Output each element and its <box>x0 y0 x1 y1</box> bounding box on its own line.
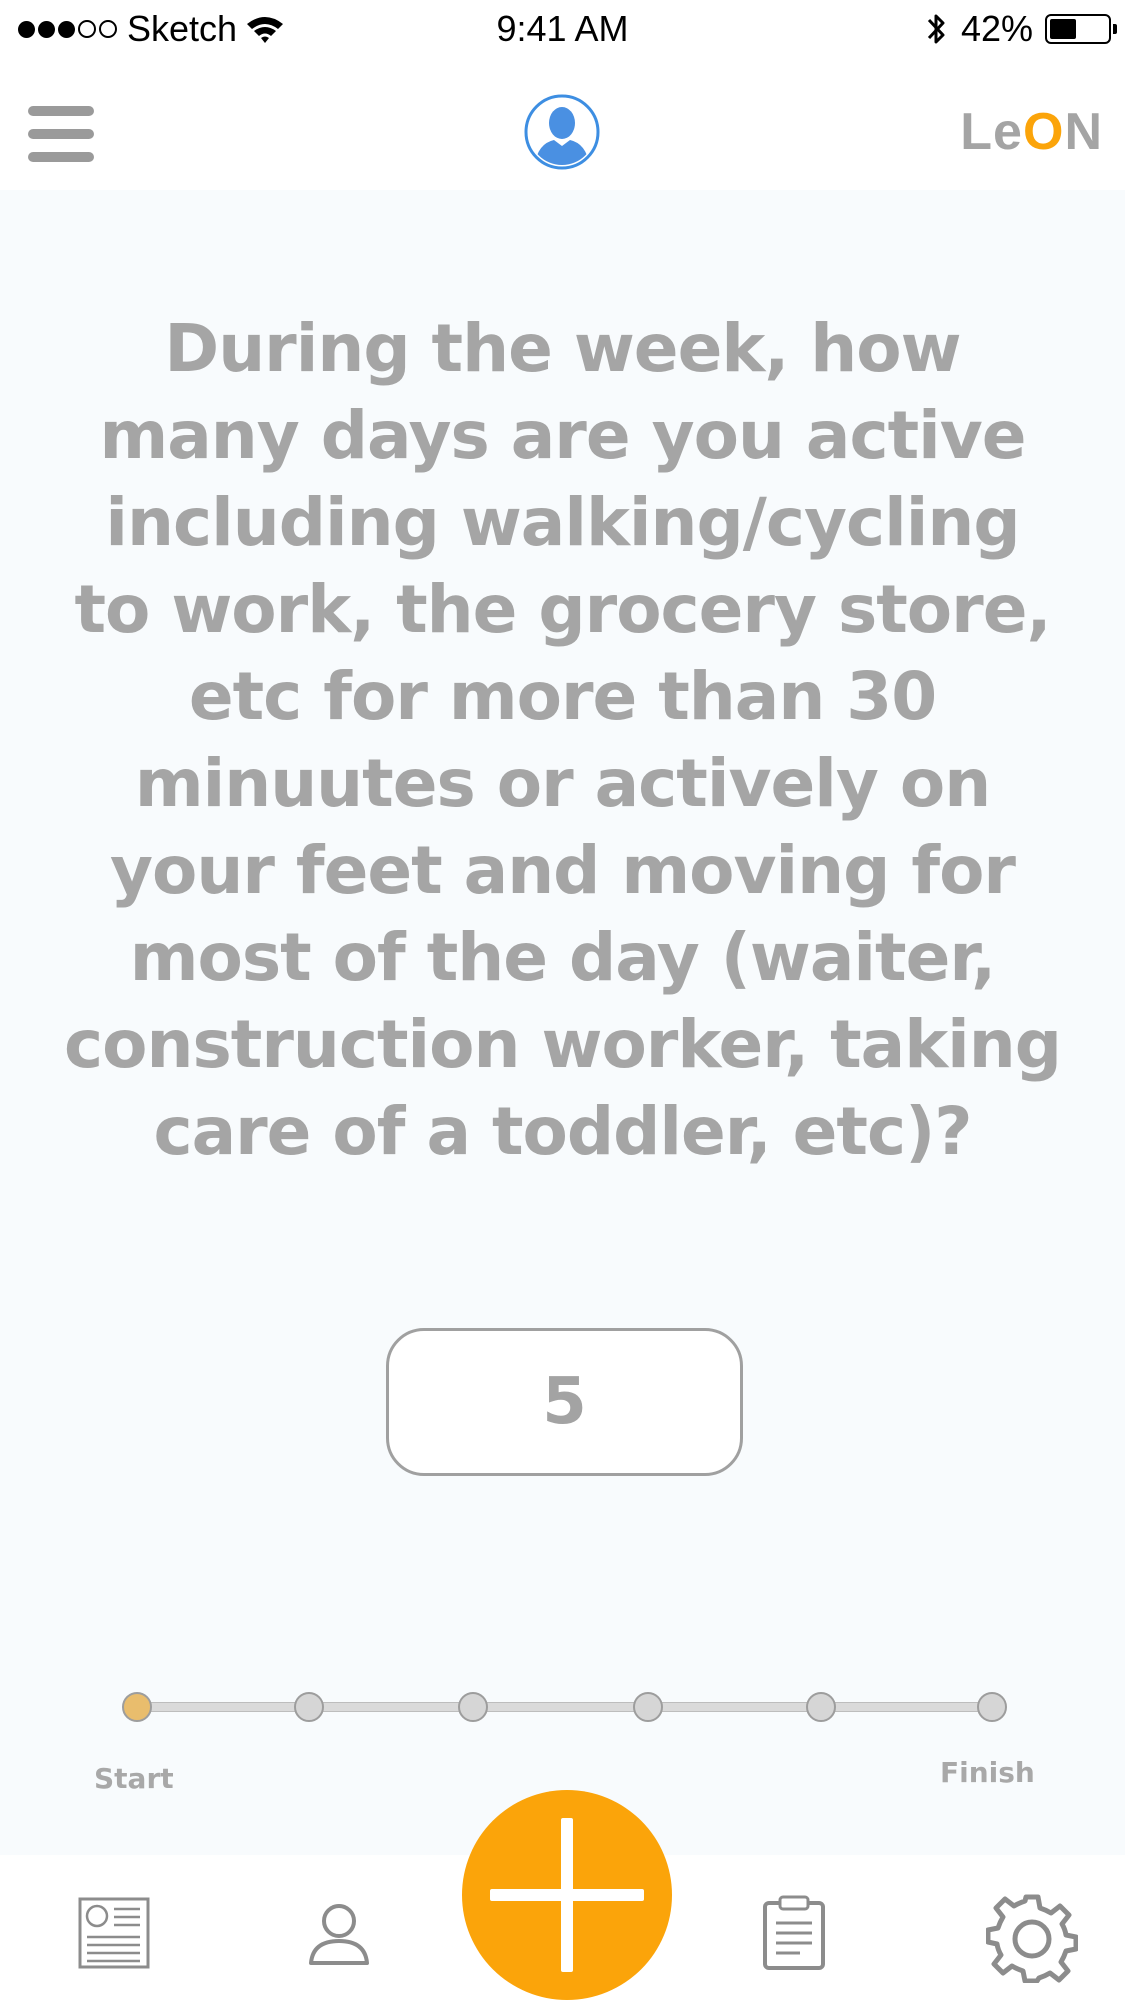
menu-line <box>28 129 94 139</box>
user-avatar-icon[interactable] <box>524 94 600 170</box>
battery-icon <box>1045 14 1117 44</box>
progress-step <box>806 1692 836 1722</box>
brand-logo: LeON <box>960 102 1103 162</box>
progress-step <box>294 1692 324 1722</box>
status-right: 42% <box>923 8 1117 50</box>
battery-percent: 42% <box>960 8 1033 49</box>
add-button[interactable] <box>462 1790 672 2000</box>
brand-logo-part: Le <box>960 103 1023 161</box>
progress-step-current <box>122 1692 152 1722</box>
battery-nub <box>1113 24 1117 34</box>
progress-start-label: Start <box>94 1762 174 1795</box>
settings-icon[interactable] <box>986 1891 1078 1983</box>
menu-line <box>28 106 94 116</box>
menu-button[interactable] <box>28 106 94 162</box>
menu-line <box>28 152 94 162</box>
brand-logo-part: N <box>1064 103 1103 161</box>
bluetooth-icon <box>927 14 945 44</box>
progress-step <box>633 1692 663 1722</box>
progress-step <box>458 1692 488 1722</box>
status-bar: Sketch 9:41 AM 42% <box>0 0 1125 60</box>
answer-input[interactable]: 5 <box>386 1328 743 1476</box>
brand-logo-accent: O <box>1022 103 1065 161</box>
question-text: During the week, how many days are you a… <box>64 310 1062 1170</box>
progress-finish-label: Finish <box>940 1756 1035 1789</box>
clipboard-icon[interactable] <box>762 1895 826 1971</box>
progress-track <box>137 1702 989 1712</box>
news-icon[interactable] <box>78 1897 150 1969</box>
battery-fill <box>1050 19 1076 39</box>
add-icon <box>561 1818 573 1972</box>
profile-icon[interactable] <box>306 1901 372 1967</box>
app-header: LeON <box>0 60 1125 190</box>
progress-stepper: Start Finish <box>0 1680 1125 1795</box>
progress-step <box>977 1692 1007 1722</box>
